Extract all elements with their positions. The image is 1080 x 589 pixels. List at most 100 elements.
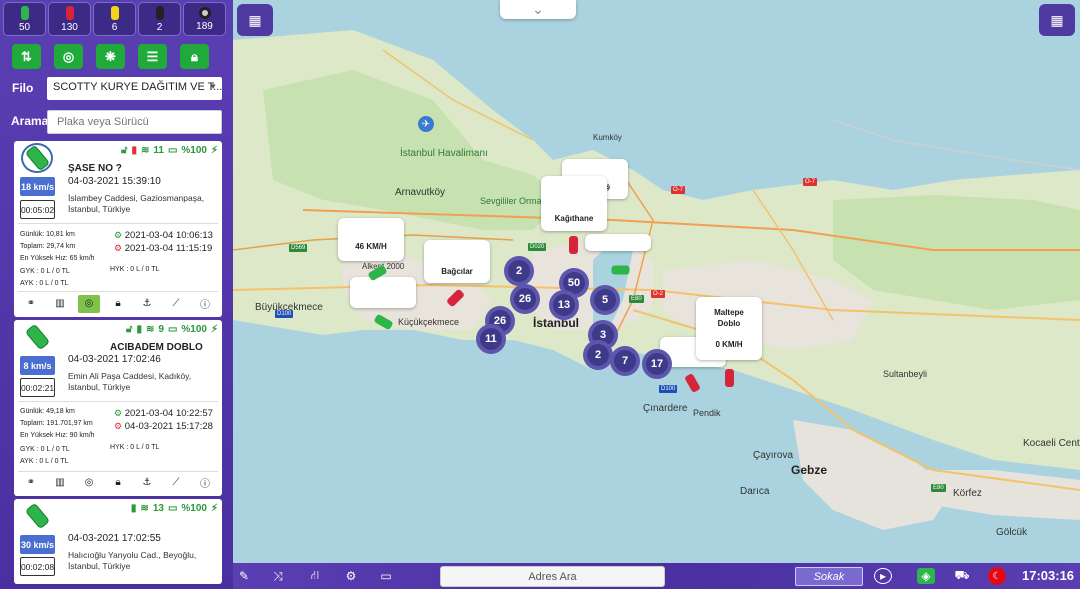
address-search-input[interactable]: Adres Ara bbox=[440, 566, 665, 587]
engine-on-time: 2021-03-04 10:22:57 bbox=[124, 408, 213, 419]
left-grid-button[interactable]: ▦ bbox=[237, 4, 273, 36]
info-icon[interactable]: ⓘ bbox=[194, 295, 216, 313]
vehicle-cluster[interactable]: 7 bbox=[610, 346, 640, 376]
info-icon[interactable]: ⓘ bbox=[194, 474, 216, 492]
trend-icon[interactable]: ⟋ bbox=[165, 295, 187, 313]
lock-icon[interactable]: 🔒︎ bbox=[107, 295, 129, 313]
signal-count: 13 bbox=[152, 503, 164, 514]
anchor-icon[interactable]: ⚓︎ bbox=[136, 474, 158, 492]
power-icon: ⚡︎ bbox=[210, 324, 218, 335]
engine-on-time: 2021-03-04 10:06:13 bbox=[124, 230, 213, 241]
vehicle-address: İslambey Caddesi, Gaziosmanpaşa, İstanbu… bbox=[68, 193, 205, 214]
place-korfez: Körfez bbox=[953, 488, 982, 499]
power-icon: ⚡︎ bbox=[210, 145, 218, 156]
count-yellow-vehicles[interactable]: 6 bbox=[93, 2, 136, 36]
vehicle-card[interactable]: ▮ ≋ 13 ▭ %100 ⚡︎ 30 km/s 00:02:08 04-03-20… bbox=[14, 499, 222, 584]
shuffle-icon[interactable]: ⤨ bbox=[269, 568, 287, 584]
gyk: GYK : 0 L / 0 TL bbox=[20, 268, 70, 275]
place-kumkoy: Kumköy bbox=[593, 133, 622, 142]
target-button[interactable]: ◎ bbox=[54, 44, 83, 69]
vehicle-timestamp: 04-03-2021 15:39:10 bbox=[68, 176, 161, 187]
group-button[interactable]: ❋ bbox=[96, 44, 125, 69]
vehicle-name-bubble[interactable]: Bağcılar bbox=[424, 240, 490, 283]
place-cayirova: Çayırova bbox=[753, 450, 794, 461]
duration-badge: 00:02:08 bbox=[20, 557, 55, 576]
right-grid-button[interactable]: ▦ bbox=[1039, 4, 1075, 36]
bubble-speed: 0 KM/H bbox=[715, 340, 743, 349]
play-icon[interactable]: ▸ bbox=[874, 568, 892, 584]
bubble-name: Bağcılar bbox=[441, 267, 473, 276]
list-button[interactable]: ☰ bbox=[138, 44, 167, 69]
hyk: HYK : 0 L / 0 TL bbox=[110, 266, 160, 273]
vehicle-cluster[interactable]: 5 bbox=[590, 285, 620, 315]
settings-icon[interactable]: ⚙︎ bbox=[342, 568, 360, 584]
binoculars-icon[interactable]: ⚭ bbox=[20, 474, 42, 492]
trend-icon[interactable]: ⟋ bbox=[165, 474, 187, 492]
vehicle-cluster[interactable]: 13 bbox=[549, 290, 579, 320]
daily-km: Günlük: 49,18 km bbox=[20, 408, 75, 415]
lock-icon[interactable]: 🔒︎ bbox=[107, 474, 129, 492]
count-value: 2 bbox=[156, 21, 163, 33]
turkey-flag-icon[interactable]: ☾ bbox=[988, 567, 1006, 585]
target-icon[interactable]: ◎ bbox=[78, 474, 100, 492]
black-car-icon bbox=[155, 5, 164, 20]
green-car-marker[interactable] bbox=[611, 265, 630, 275]
place-cinardere: Çınardere bbox=[643, 403, 688, 414]
divider bbox=[18, 471, 218, 472]
chart-icon[interactable]: ▥ bbox=[49, 295, 71, 313]
ayk: AYK : 0 L / 0 TL bbox=[20, 458, 69, 465]
car-icon bbox=[21, 143, 53, 173]
road-icon[interactable]: ⛙ bbox=[306, 568, 324, 584]
hyk: HYK : 0 L / 0 TL bbox=[110, 444, 160, 451]
place-kucukcekmece: Küçükçekmece bbox=[398, 317, 460, 327]
grid-icon: ▦ bbox=[248, 11, 262, 28]
daily-km: Günlük: 10,81 km bbox=[20, 231, 75, 238]
unlock-icon: 🔓︎ bbox=[120, 145, 128, 156]
engine-on-icon: ⚙︎ bbox=[114, 230, 123, 240]
vehicle-bubble-empty[interactable] bbox=[350, 277, 416, 308]
lock-button[interactable]: 🔒︎ bbox=[180, 44, 209, 69]
status-icons: 🔓︎ ▮ ≋ 9 ▭ %100 ⚡︎ bbox=[126, 324, 218, 335]
magic-wand-icon[interactable]: ✎ bbox=[235, 568, 253, 584]
max-speed: En Yüksek Hız: 90 km/h bbox=[20, 432, 95, 439]
tag-icon[interactable]: ◈ bbox=[917, 568, 935, 584]
green-car-icon bbox=[20, 5, 29, 20]
vehicle-info-bubble[interactable]: Maltepe Doblo 0 KM/H bbox=[696, 297, 762, 360]
count-red-vehicles[interactable]: 130 bbox=[48, 2, 91, 36]
vehicle-cluster[interactable]: 2 bbox=[504, 256, 534, 286]
anchor-icon[interactable]: ⚓︎ bbox=[136, 295, 158, 313]
vehicle-card[interactable]: 🔓︎ ▮ ≋ 11 ▭ %100 ⚡︎ 18 km/s 00:05:02 ŞASE … bbox=[14, 141, 222, 317]
red-car-marker[interactable] bbox=[569, 236, 578, 254]
monitor-icon[interactable]: ▭ bbox=[377, 568, 395, 584]
binoculars-icon[interactable]: ⚭ bbox=[20, 295, 42, 313]
red-car-marker[interactable] bbox=[725, 369, 734, 387]
count-black-vehicles[interactable]: 2 bbox=[138, 2, 181, 36]
divider bbox=[18, 223, 218, 224]
vehicle-bubble-empty[interactable] bbox=[585, 234, 651, 251]
place-arnavutkoy: Arnavutköy bbox=[395, 187, 446, 198]
top-panel-toggle[interactable]: ⌄ bbox=[500, 0, 576, 19]
vehicle-card[interactable]: 🔓︎ ▮ ≋ 9 ▭ %100 ⚡︎ 8 km/s 00:02:21 ACIBADE… bbox=[14, 320, 222, 496]
vehicle-cluster[interactable]: 11 bbox=[476, 324, 506, 354]
search-input[interactable] bbox=[47, 110, 222, 134]
count-all-vehicles[interactable]: 189 bbox=[183, 2, 226, 36]
chart-icon[interactable]: ▥ bbox=[49, 474, 71, 492]
sort-icon: ⇅ bbox=[21, 48, 32, 64]
sort-button[interactable]: ⇅ bbox=[12, 44, 41, 69]
vehicle-cluster[interactable]: 17 bbox=[642, 349, 672, 379]
signal-count: 9 bbox=[158, 324, 164, 335]
target-icon: ◎ bbox=[62, 48, 75, 64]
wifi-icon: ≋ bbox=[140, 145, 150, 156]
road-shield: E80 bbox=[931, 484, 946, 492]
vehicle-speed-bubble[interactable]: 46 KM/H bbox=[338, 218, 404, 261]
map-view[interactable]: İstanbul Havalimanı Arnavutköy Sevgilile… bbox=[233, 0, 1080, 563]
vehicle-cluster[interactable]: 2 bbox=[583, 340, 613, 370]
status-icons: 🔓︎ ▮ ≋ 11 ▭ %100 ⚡︎ bbox=[121, 145, 218, 156]
filo-select[interactable]: SCOTTY KURYE DAĞITIM VE T... ▼ bbox=[47, 77, 222, 100]
vehicle-cluster[interactable]: 26 bbox=[510, 284, 540, 314]
car-icon[interactable]: ⛟ bbox=[953, 568, 971, 584]
map-mode-button[interactable]: Sokak bbox=[795, 567, 863, 586]
count-green-vehicles[interactable]: 50 bbox=[3, 2, 46, 36]
vehicle-name-bubble[interactable]: Kağıthane bbox=[541, 176, 607, 231]
target-icon[interactable]: ◎ bbox=[78, 294, 100, 313]
